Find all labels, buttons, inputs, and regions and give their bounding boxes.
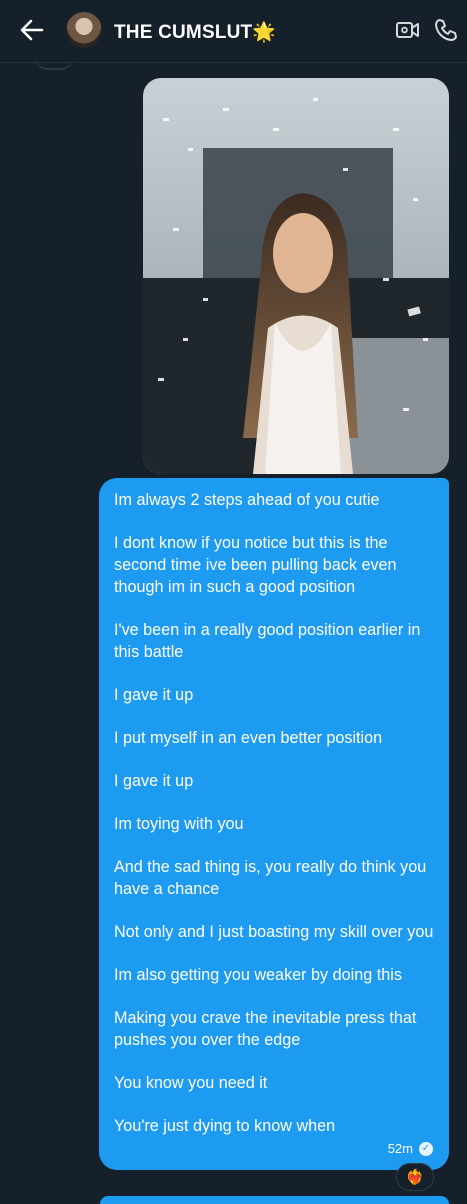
- message-meta: 52m ✓: [388, 1141, 433, 1156]
- video-call-icon[interactable]: [394, 16, 422, 44]
- message-line: I dont know if you notice but this is th…: [114, 534, 397, 596]
- message-line: Im toying with you: [114, 815, 244, 833]
- message-line: You know you need it: [114, 1074, 268, 1092]
- message-photo[interactable]: [143, 78, 449, 474]
- message-line: Im always 2 steps ahead of you cutie: [114, 491, 380, 509]
- title-emoji: 🌟: [252, 22, 277, 43]
- back-arrow-icon[interactable]: [18, 16, 46, 44]
- message-line: Im also getting you weaker by doing this: [114, 966, 402, 984]
- message-time: 52m: [387, 1141, 413, 1156]
- message-line: I gave it up: [114, 772, 194, 790]
- message-line: Not only and I just boasting my skill ov…: [114, 923, 434, 941]
- chat-header: THE CUMSLUT🌟: [0, 0, 467, 63]
- message-line: You're just dying to know when: [114, 1117, 336, 1135]
- next-message-bubble-edge: [100, 1196, 449, 1204]
- message-line: Making you crave the inevitable press th…: [114, 1009, 417, 1049]
- avatar[interactable]: [66, 12, 102, 48]
- conversation-title[interactable]: THE CUMSLUT🌟: [114, 20, 276, 44]
- message-line: And the sad thing is, you really do thin…: [114, 858, 427, 898]
- message-bubble[interactable]: Im always 2 steps ahead of you cutie I d…: [99, 478, 449, 1170]
- previous-message-edge: [34, 56, 74, 70]
- check-icon: ✓: [419, 1141, 433, 1156]
- phone-call-icon[interactable]: [432, 16, 460, 44]
- message-line: I put myself in an even better position: [114, 729, 383, 747]
- title-text: THE CUMSLUT: [114, 22, 253, 43]
- reaction-badge[interactable]: ❤️‍🔥: [396, 1163, 434, 1191]
- message-line: I've been in a really good position earl…: [114, 621, 421, 661]
- reaction-emoji: ❤️‍🔥: [405, 1169, 425, 1186]
- message-line: I gave it up: [114, 686, 194, 704]
